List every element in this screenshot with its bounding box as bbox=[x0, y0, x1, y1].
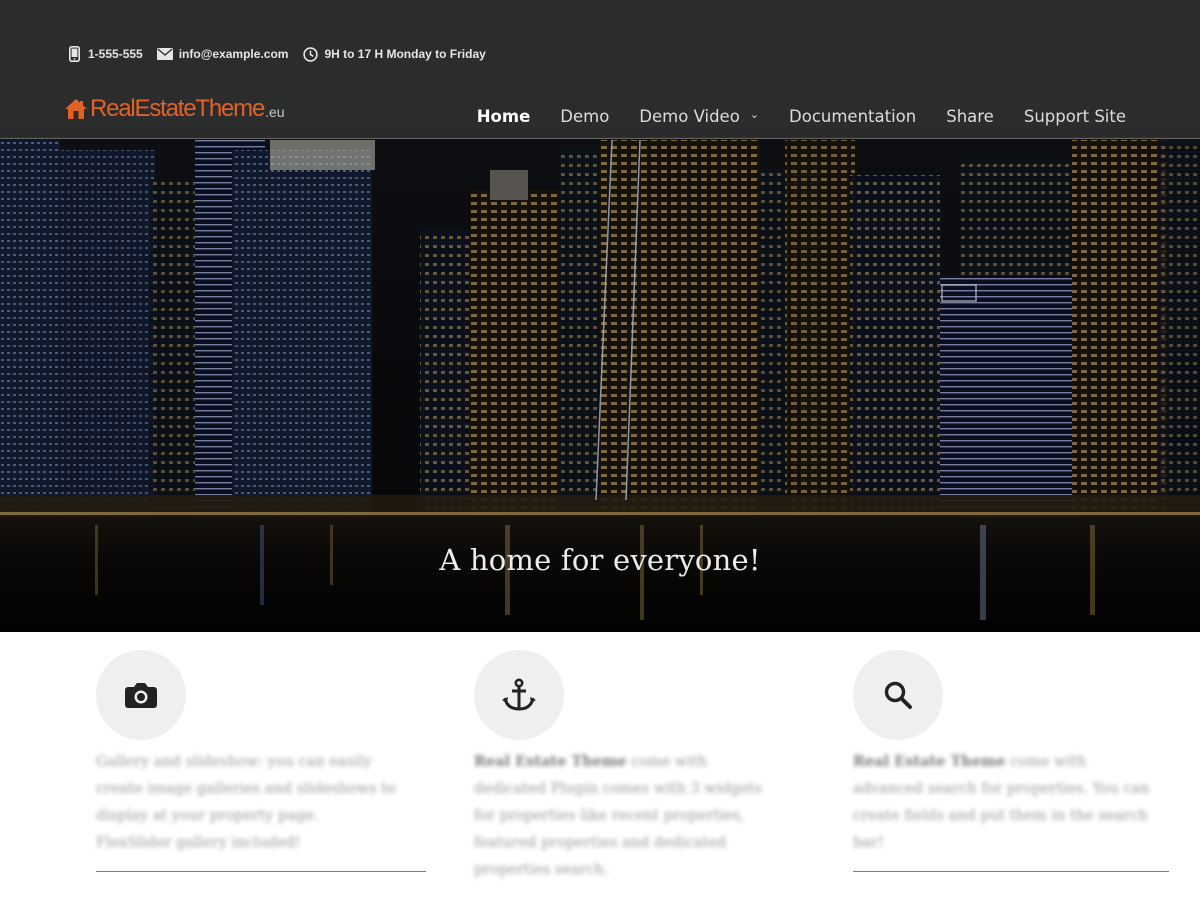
envelope-icon bbox=[156, 46, 173, 62]
site-header: 1-555-555 info@example.com 9H to 17 H Mo… bbox=[0, 0, 1200, 139]
nav-demo-video-label: Demo Video bbox=[639, 106, 740, 126]
clock-icon bbox=[302, 46, 318, 62]
feature-divider bbox=[853, 871, 1169, 872]
feature-divider bbox=[96, 871, 426, 872]
house-icon bbox=[65, 99, 87, 119]
camera-icon bbox=[125, 683, 157, 708]
feature-search: Real Estate Theme come with advanced sea… bbox=[853, 650, 1169, 872]
feature-text: come with dedicated Plugin comes with 3 … bbox=[474, 754, 762, 878]
hero-tagline: A home for everyone! bbox=[439, 543, 761, 577]
contact-hours: 9H to 17 H Monday to Friday bbox=[302, 46, 486, 62]
feature-icon-circle bbox=[853, 650, 943, 740]
feature-plugin: Real Estate Theme come with dedicated Pl… bbox=[474, 650, 804, 884]
nav-demo[interactable]: Demo bbox=[560, 107, 609, 126]
feature-text: Gallery and slideshow: you can easily cr… bbox=[96, 754, 396, 851]
contact-email[interactable]: info@example.com bbox=[156, 46, 289, 62]
chevron-down-icon: ⌄ bbox=[749, 107, 760, 121]
phone-icon bbox=[66, 46, 82, 62]
feature-description: Gallery and slideshow: you can easily cr… bbox=[96, 748, 396, 857]
site-logo[interactable]: RealEstateTheme .eu bbox=[64, 94, 285, 124]
contact-phone[interactable]: 1-555-555 bbox=[66, 46, 143, 62]
nav-support-site[interactable]: Support Site bbox=[1024, 107, 1126, 126]
contact-bar: 1-555-555 info@example.com 9H to 17 H Mo… bbox=[66, 44, 500, 64]
anchor-icon bbox=[502, 678, 536, 711]
nav-demo-video[interactable]: Demo Video ⌄ bbox=[639, 107, 759, 126]
feature-description: Real Estate Theme come with advanced sea… bbox=[853, 748, 1153, 857]
logo-text: RealEstateTheme bbox=[90, 95, 265, 122]
logo-domain: .eu bbox=[265, 103, 285, 120]
email-address: info@example.com bbox=[178, 47, 289, 61]
feature-gallery: Gallery and slideshow: you can easily cr… bbox=[96, 650, 426, 872]
feature-icon-circle bbox=[96, 650, 186, 740]
main-navigation: Home Demo Demo Video ⌄ Documentation Sha… bbox=[447, 103, 1126, 129]
feature-description: Real Estate Theme come with dedicated Pl… bbox=[474, 748, 774, 884]
nav-home[interactable]: Home bbox=[477, 107, 531, 126]
feature-bold: Real Estate Theme bbox=[853, 753, 1006, 770]
phone-number: 1-555-555 bbox=[88, 47, 143, 61]
nav-documentation[interactable]: Documentation bbox=[789, 107, 916, 126]
feature-bold: Real Estate Theme bbox=[474, 753, 627, 770]
search-icon bbox=[884, 681, 912, 709]
office-hours: 9H to 17 H Monday to Friday bbox=[324, 47, 486, 61]
feature-icon-circle bbox=[474, 650, 564, 740]
nav-share[interactable]: Share bbox=[946, 107, 994, 126]
